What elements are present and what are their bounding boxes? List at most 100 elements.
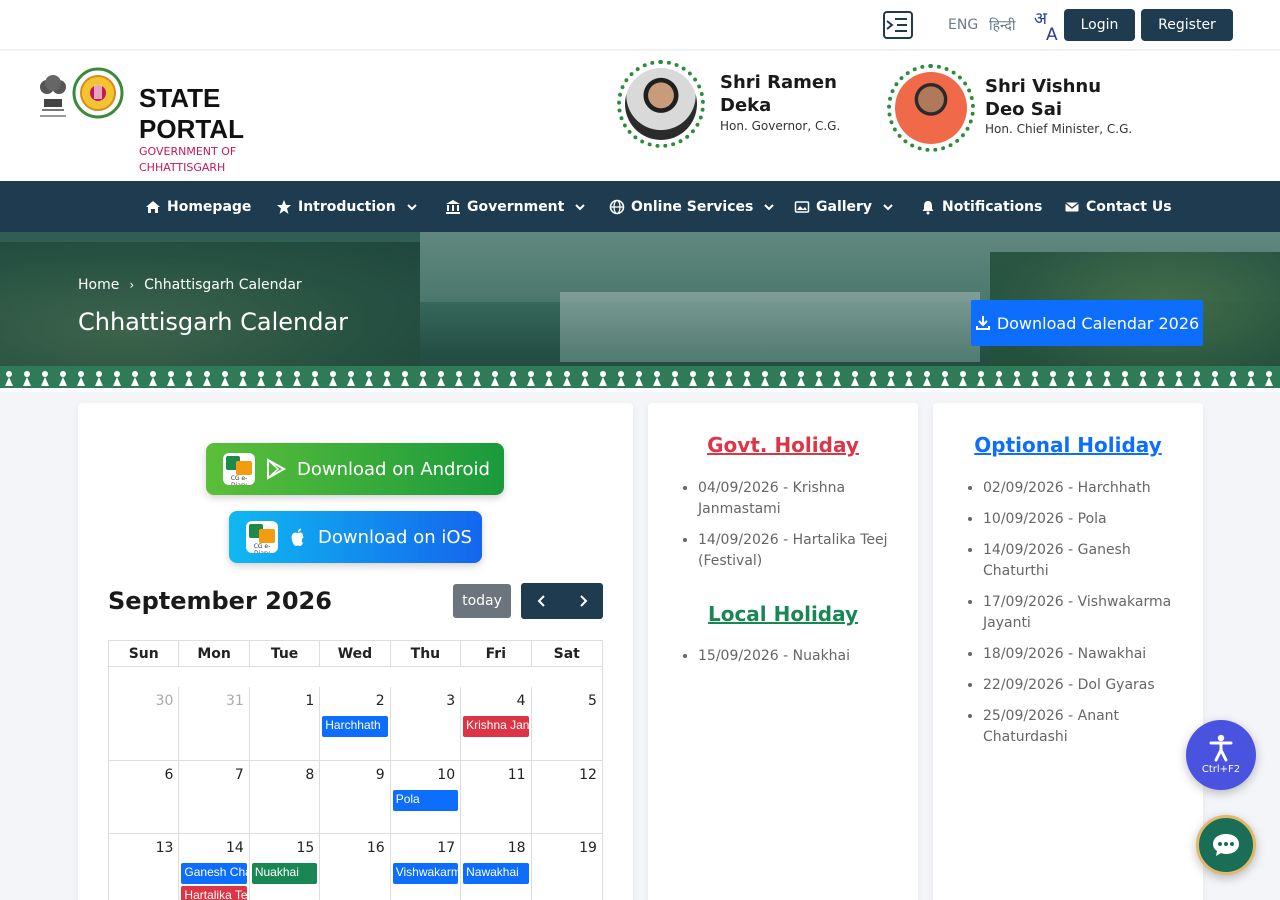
weekday-header: Mon	[179, 641, 250, 666]
ios-label: Download on iOS	[318, 526, 472, 548]
calendar-day-cell[interactable]: 4 Krishna Janmastami	[461, 687, 532, 760]
calendar-day-cell[interactable]: 2 Harchhath	[320, 687, 391, 760]
day-number[interactable]: 6	[165, 767, 174, 783]
day-number[interactable]: 30	[156, 693, 174, 709]
calendar-day-cell[interactable]: 3	[391, 687, 462, 760]
weekday-header-row: Sun Mon Tue Wed Thu Fri Sat	[109, 641, 602, 667]
lang-english-link[interactable]: ENG	[948, 17, 978, 33]
day-number[interactable]: 5	[588, 693, 597, 709]
nav-item-government[interactable]: Government	[445, 181, 586, 232]
day-number[interactable]: 11	[508, 767, 526, 783]
calendar-day-cell[interactable]: 19	[532, 834, 602, 900]
register-button[interactable]: Register	[1141, 9, 1233, 41]
day-number[interactable]: 13	[156, 840, 174, 856]
bank-icon	[446, 199, 460, 214]
calendar-day-cell[interactable]: 15 Nuakhai	[250, 834, 321, 900]
today-button[interactable]: today	[453, 584, 511, 618]
calendar-day-cell[interactable]: 30	[109, 687, 180, 760]
chat-icon	[1213, 834, 1239, 856]
android-label: Download on Android	[297, 458, 490, 480]
calendar-day-cell[interactable]: 10 Pola	[391, 761, 462, 833]
download-icon	[975, 316, 990, 330]
optional-holiday-heading[interactable]: Optional Holiday	[933, 433, 1203, 457]
login-button[interactable]: Login	[1064, 9, 1135, 41]
nav-item-homepage[interactable]: Homepage	[145, 181, 251, 232]
calendar-event[interactable]: Krishna Janmastami	[463, 716, 529, 737]
calendar-day-cell[interactable]: 7	[179, 761, 250, 833]
decorative-border	[0, 366, 1280, 392]
apple-icon	[291, 528, 304, 546]
calendar-event[interactable]: Nawakhai	[463, 863, 529, 884]
calendar-event[interactable]: Pola	[392, 790, 459, 811]
calendar-nav-buttons	[521, 583, 603, 619]
download-android-button[interactable]: CG e-Diary Download on Android	[206, 443, 504, 495]
calendar-day-cell[interactable]: 8	[250, 761, 321, 833]
day-number[interactable]: 10	[437, 767, 455, 783]
day-number[interactable]: 15	[296, 840, 314, 856]
calendar-day-cell[interactable]: 9	[320, 761, 391, 833]
weekday-header: Fri	[461, 641, 532, 666]
govt-holiday-list: 04/09/2026 - Krishna Janmastami 14/09/20…	[698, 478, 898, 582]
portal-title[interactable]: STATE PORTAL	[139, 83, 269, 145]
day-number[interactable]: 2	[376, 693, 385, 709]
prev-month-button[interactable]	[521, 583, 562, 619]
day-number[interactable]: 9	[376, 767, 385, 783]
nav-item-contact-us[interactable]: Contact Us	[1064, 181, 1172, 232]
breadcrumb-home-link[interactable]: Home	[78, 277, 119, 293]
nav-label: Introduction	[298, 198, 396, 215]
calendar-day-cell[interactable]: 11	[461, 761, 532, 833]
calendar-event[interactable]: Harchhath	[322, 716, 388, 737]
nav-item-introduction[interactable]: Introduction	[276, 181, 418, 232]
calendar-day-cell[interactable]: 31	[179, 687, 250, 760]
day-number[interactable]: 16	[367, 840, 385, 856]
calendar-event[interactable]: Hartalika Teej	[181, 886, 247, 900]
accessibility-button[interactable]: Ctrl+F2	[1186, 720, 1256, 790]
download-calendar-button[interactable]: Download Calendar 2026	[971, 300, 1203, 346]
nav-item-online-services[interactable]: Online Services	[609, 181, 775, 232]
calendar-event[interactable]: Nuakhai	[251, 863, 318, 884]
list-item: 25/09/2026 - Anant Chaturdashi	[983, 706, 1183, 748]
chhattisgarh-logo-icon[interactable]	[72, 67, 124, 119]
day-number[interactable]: 8	[305, 767, 314, 783]
language-translate-icon[interactable]: अA	[1034, 8, 1060, 45]
day-number[interactable]: 19	[579, 840, 597, 856]
day-number[interactable]: 17	[437, 840, 455, 856]
calendar-event[interactable]: Vishwakarma Jayanti	[392, 863, 459, 884]
next-month-button[interactable]	[562, 583, 603, 619]
download-ios-button[interactable]: CG e-Diary Download on iOS	[229, 511, 482, 563]
day-number[interactable]: 12	[579, 767, 597, 783]
optional-holiday-list: 02/09/2026 - Harchhath 10/09/2026 - Pola…	[983, 478, 1183, 758]
nav-item-gallery[interactable]: Gallery	[794, 181, 894, 232]
calendar-day-cell[interactable]: 13	[109, 834, 180, 900]
calendar-day-cell[interactable]: 12	[532, 761, 602, 833]
chevron-right-icon	[579, 595, 587, 607]
day-number[interactable]: 3	[446, 693, 455, 709]
calendar-day-cell[interactable]: 16	[320, 834, 391, 900]
calendar-day-cell[interactable]: 5	[532, 687, 602, 760]
govt-holiday-heading[interactable]: Govt. Holiday	[648, 433, 918, 457]
day-number[interactable]: 4	[517, 693, 526, 709]
accessibility-shortcut: Ctrl+F2	[1201, 764, 1241, 775]
chat-button[interactable]	[1196, 815, 1256, 875]
day-number[interactable]: 14	[226, 840, 244, 856]
chevron-down-icon	[883, 203, 893, 210]
svg-text:A: A	[1046, 25, 1058, 42]
day-number[interactable]: 31	[226, 693, 244, 709]
nav-item-notifications[interactable]: Notifications	[920, 181, 1042, 232]
skip-to-content-icon[interactable]	[883, 11, 913, 39]
calendar-event[interactable]: Ganesh Chaturthi	[181, 863, 247, 884]
calendar-day-cell[interactable]: 6	[109, 761, 180, 833]
calendar-day-cell[interactable]: 17 Vishwakarma Jayanti	[391, 834, 462, 900]
day-number[interactable]: 7	[235, 767, 244, 783]
calendar-day-cell[interactable]: 14 Ganesh Chaturthi Hartalika Teej	[179, 834, 250, 900]
local-holiday-heading[interactable]: Local Holiday	[648, 602, 918, 626]
chief-minister-photo	[887, 64, 975, 152]
list-item: 22/09/2026 - Dol Gyaras	[983, 675, 1183, 696]
nav-label: Government	[467, 198, 565, 215]
lang-hindi-link[interactable]: हिन्दी	[989, 16, 1015, 35]
calendar-day-cell[interactable]: 1	[250, 687, 321, 760]
day-number[interactable]: 18	[508, 840, 526, 856]
day-number[interactable]: 1	[305, 693, 314, 709]
calendar-day-cell[interactable]: 18 Nawakhai	[461, 834, 532, 900]
play-store-icon	[267, 458, 287, 480]
